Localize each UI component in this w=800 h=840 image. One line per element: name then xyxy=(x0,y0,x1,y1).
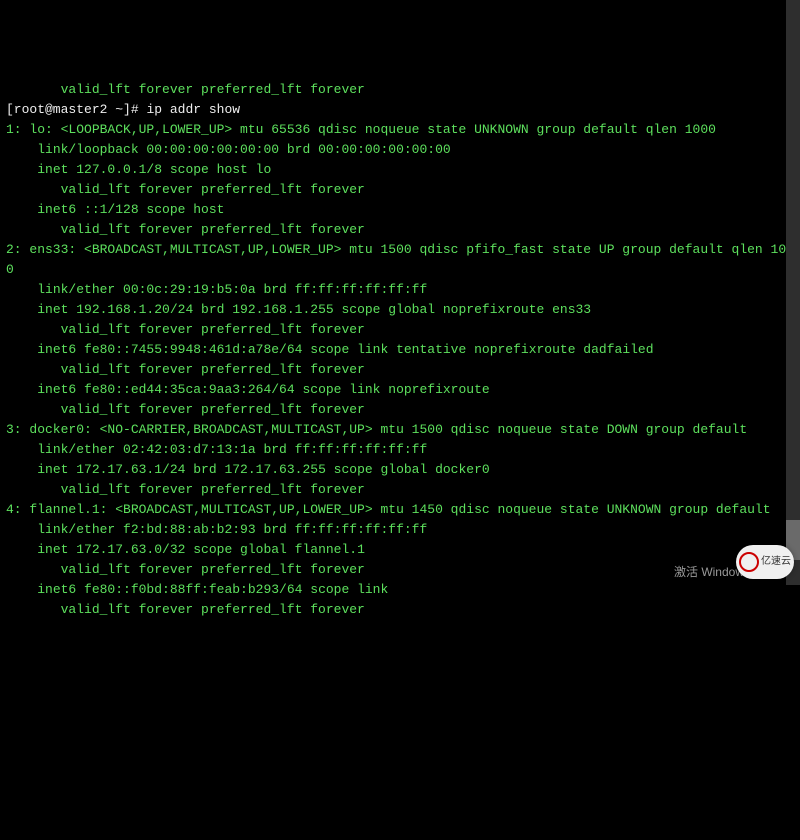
prev-output-line: valid_lft forever preferred_lft forever xyxy=(6,82,365,97)
iface-lo-line: inet 127.0.0.1/8 scope host lo xyxy=(6,162,271,177)
iface-docker0-line: inet 172.17.63.1/24 brd 172.17.63.255 sc… xyxy=(6,462,490,477)
iface-flannel-line: valid_lft forever preferred_lft forever xyxy=(6,602,365,617)
iface-ens33-header: 2: ens33: <BROADCAST,MULTICAST,UP,LOWER_… xyxy=(6,242,794,277)
iface-flannel-line: valid_lft forever preferred_lft forever xyxy=(6,562,365,577)
shell-prompt: [root@master2 ~]# xyxy=(6,102,146,117)
iface-ens33-line: inet6 fe80::7455:9948:461d:a78e/64 scope… xyxy=(6,342,661,357)
iface-lo-line: link/loopback 00:00:00:00:00:00 brd 00:0… xyxy=(6,142,451,157)
scrollbar-track[interactable] xyxy=(786,0,800,585)
iface-docker0-line: link/ether 02:42:03:d7:13:1a brd ff:ff:f… xyxy=(6,442,427,457)
iface-ens33-line: inet 192.168.1.20/24 brd 192.168.1.255 s… xyxy=(6,302,591,317)
iface-docker0-line: valid_lft forever preferred_lft forever xyxy=(6,482,365,497)
logo-text: 亿速云 xyxy=(761,552,791,572)
iface-lo-line: valid_lft forever preferred_lft forever xyxy=(6,182,365,197)
iface-flannel-line: inet6 fe80::f0bd:88ff:feab:b293/64 scope… xyxy=(6,582,396,597)
iface-docker0-header: 3: docker0: <NO-CARRIER,BROADCAST,MULTIC… xyxy=(6,422,755,437)
iface-ens33-line: link/ether 00:0c:29:19:b5:0a brd ff:ff:f… xyxy=(6,282,427,297)
iface-lo-line: inet6 ::1/128 scope host xyxy=(6,202,232,217)
iface-lo-line: valid_lft forever preferred_lft forever xyxy=(6,222,365,237)
iface-flannel-line: link/ether f2:bd:88:ab:b2:93 brd ff:ff:f… xyxy=(6,522,427,537)
iface-ens33-line: valid_lft forever preferred_lft forever xyxy=(6,402,365,417)
brand-logo: 亿速云 xyxy=(736,545,794,579)
iface-flannel-header: 4: flannel.1: <BROADCAST,MULTICAST,UP,LO… xyxy=(6,502,778,517)
iface-ens33-line: valid_lft forever preferred_lft forever xyxy=(6,322,365,337)
terminal-output[interactable]: valid_lft forever preferred_lft forever … xyxy=(6,80,794,620)
logo-circle-icon xyxy=(739,552,759,572)
iface-lo-header: 1: lo: <LOOPBACK,UP,LOWER_UP> mtu 65536 … xyxy=(6,122,716,137)
iface-ens33-line: valid_lft forever preferred_lft forever xyxy=(6,362,365,377)
command-text: ip addr show xyxy=(146,102,240,117)
iface-ens33-line: inet6 fe80::ed44:35ca:9aa3:264/64 scope … xyxy=(6,382,498,397)
iface-flannel-line: inet 172.17.63.0/32 scope global flannel… xyxy=(6,542,365,557)
